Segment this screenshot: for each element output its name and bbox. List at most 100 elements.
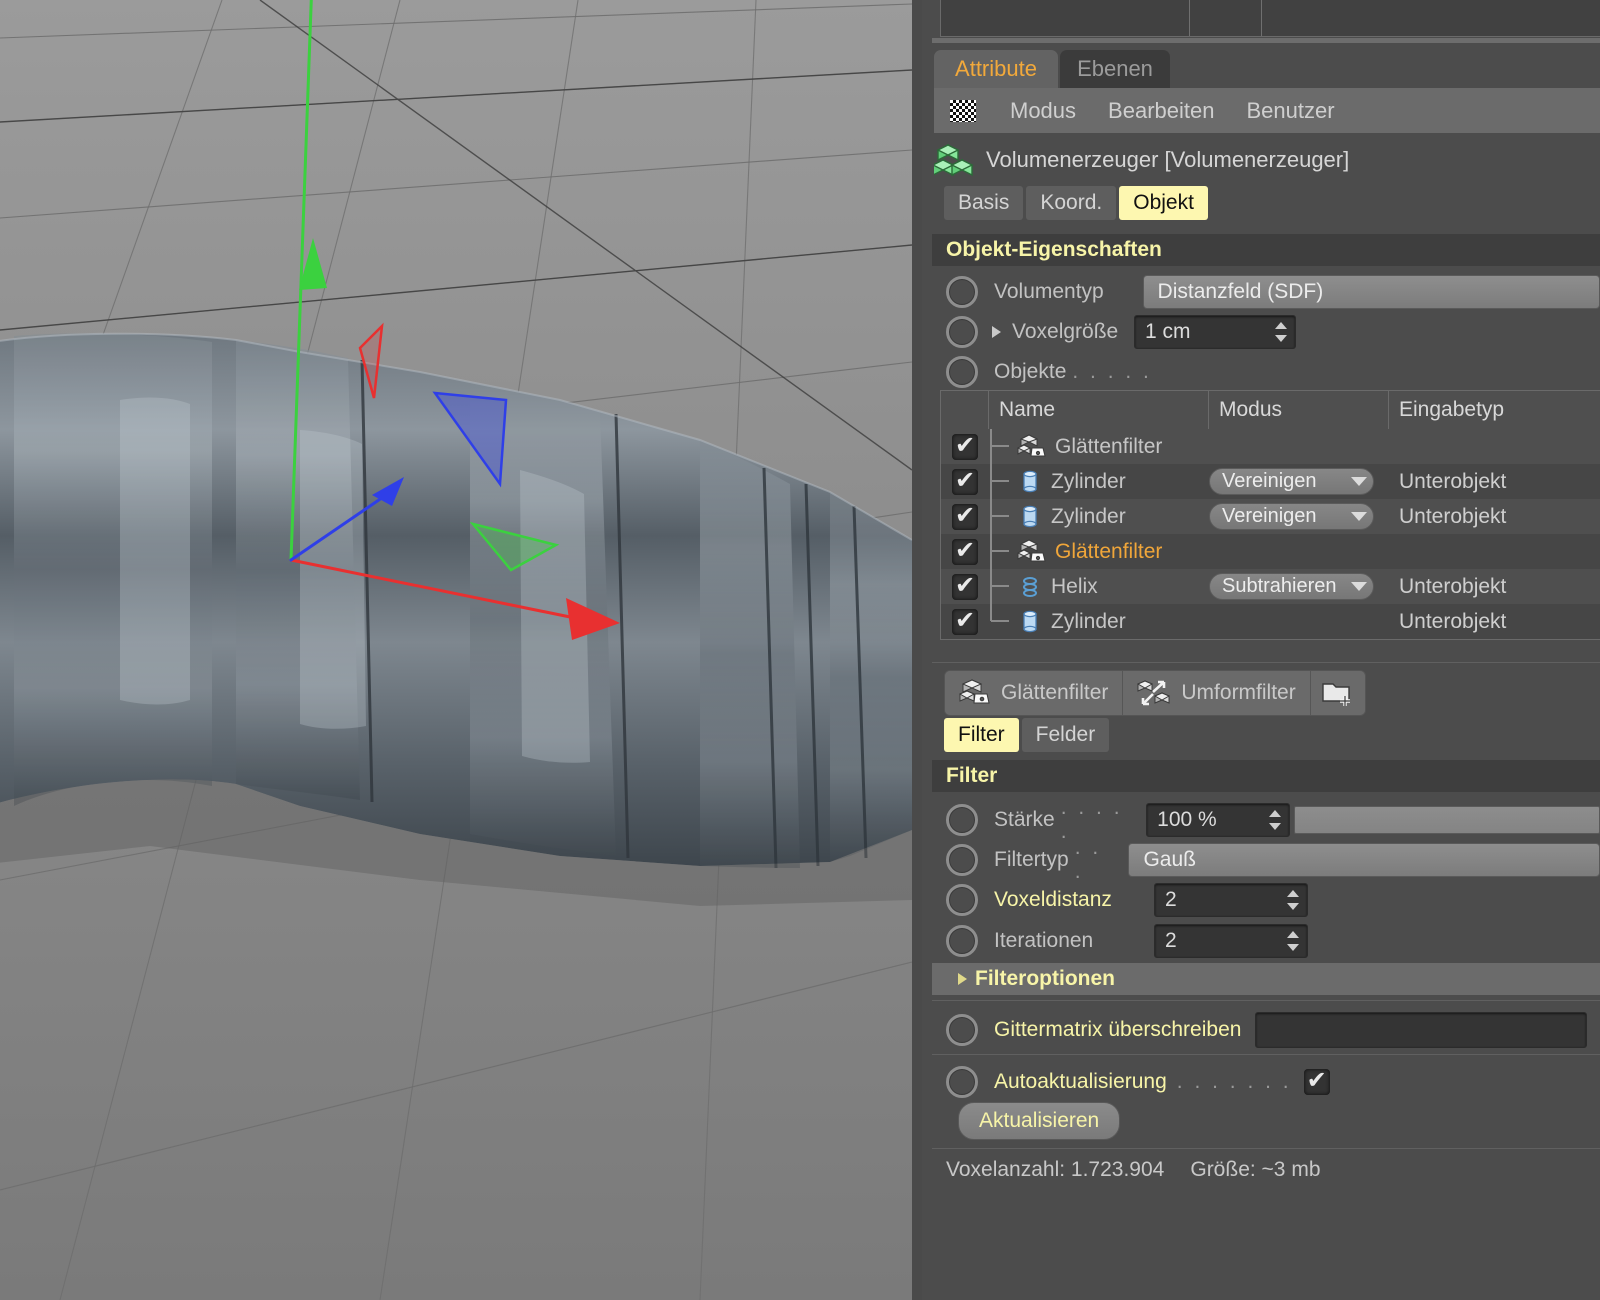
row-name: Glättenfilter xyxy=(1055,539,1163,563)
row-checkbox[interactable] xyxy=(941,466,989,495)
tab-filter[interactable]: Filter xyxy=(944,718,1019,752)
anim-dot-staerke[interactable] xyxy=(946,804,978,836)
update-button[interactable]: Aktualisieren xyxy=(958,1102,1121,1140)
slider-staerke[interactable] xyxy=(1294,806,1600,834)
row-type: Unterobjekt xyxy=(1399,469,1507,493)
panel-inner: Attribute Ebenen Modus Bearbeiten Benutz… xyxy=(922,0,1600,1300)
subtab-koord[interactable]: Koord. xyxy=(1026,186,1117,220)
row-mode[interactable]: Vereinigen xyxy=(1209,468,1389,495)
subtab-basis[interactable]: Basis xyxy=(944,186,1024,220)
field-iterationen[interactable]: 2 xyxy=(1154,924,1308,958)
label-filtertyp-dots: . . . xyxy=(1074,836,1102,883)
table-row[interactable]: Glättenfilter xyxy=(941,534,1600,569)
checkbox-autoaktualisierung[interactable] xyxy=(1303,1066,1330,1095)
section-filter-title: Filter xyxy=(946,764,998,787)
update-button-label: Aktualisieren xyxy=(979,1109,1100,1132)
object-list-table[interactable]: Name Modus Eingabetyp Glättenfilter xyxy=(940,390,1600,640)
spinner-voxeldistanz[interactable] xyxy=(1287,889,1299,911)
tab-attribute[interactable]: Attribute xyxy=(934,50,1058,88)
label-volumentyp: Volumentyp xyxy=(994,280,1104,303)
subtab-basis-label: Basis xyxy=(958,191,1010,214)
anim-dot-volumentyp[interactable] xyxy=(946,276,978,308)
subtab-objekt[interactable]: Objekt xyxy=(1119,186,1208,220)
status-voxel-count: Voxelanzahl: 1.723.904 xyxy=(946,1158,1165,1181)
field-gittermatrix[interactable] xyxy=(1255,1012,1588,1048)
section-object-properties: Objekt-Eigenschaften xyxy=(932,234,1600,266)
combo-filtertyp[interactable]: Gauß xyxy=(1128,843,1600,877)
add-reshape-filter-button[interactable]: Umformfilter xyxy=(1123,671,1311,715)
table-row[interactable]: Zylinder Vereinigen Unterobjekt xyxy=(941,499,1600,534)
row-mode[interactable]: Subtrahieren xyxy=(1209,573,1389,600)
combo-volumentyp[interactable]: Distanzfeld (SDF) xyxy=(1142,275,1600,309)
anim-dot-objekte[interactable] xyxy=(946,356,978,388)
spinner-voxelgroesse[interactable] xyxy=(1275,321,1287,343)
table-row[interactable]: Zylinder Vereinigen Unterobjekt xyxy=(941,464,1600,499)
spinner-staerke[interactable] xyxy=(1269,809,1282,831)
col-name: Name xyxy=(989,391,1209,429)
field-voxeldistanz[interactable]: 2 xyxy=(1154,883,1308,917)
spinner-iterationen[interactable] xyxy=(1287,930,1299,952)
menu-bearbeiten[interactable]: Bearbeiten xyxy=(1092,98,1230,124)
mode-dropdown[interactable]: Vereinigen xyxy=(1209,468,1374,495)
mode-dropdown[interactable]: Vereinigen xyxy=(1209,503,1374,530)
label-objekte-dots: . . . . . xyxy=(1072,360,1152,383)
chevron-down-icon xyxy=(1351,512,1367,521)
3d-viewport[interactable] xyxy=(0,0,912,1300)
helix-icon xyxy=(1023,576,1037,597)
row-type: Unterobjekt xyxy=(1399,504,1507,528)
field-iterationen-value: 2 xyxy=(1165,929,1177,952)
mode-dropdown[interactable]: Subtrahieren xyxy=(1209,573,1374,600)
row-name: Zylinder xyxy=(1051,504,1126,528)
row-volumentyp: Volumentyp Distanzfeld (SDF) xyxy=(932,272,1600,312)
tab-felder-label: Felder xyxy=(1035,723,1096,746)
row-checkbox[interactable] xyxy=(941,536,989,565)
row-checkbox[interactable] xyxy=(941,571,989,600)
label-autoaktualisierung-dots: . . . . . . . xyxy=(1176,1070,1292,1093)
new-folder-button[interactable] xyxy=(1310,671,1365,715)
row-mode[interactable]: Vereinigen xyxy=(1209,503,1389,530)
object-manager-stub[interactable] xyxy=(940,0,1600,37)
expander-filteroptionen[interactable] xyxy=(958,973,967,985)
table-row[interactable]: Zylinder Unterobjekt xyxy=(941,604,1600,639)
reshape-filter-icon xyxy=(1137,680,1171,706)
chevron-down-icon xyxy=(1351,477,1367,486)
combo-filtertyp-value: Gauß xyxy=(1143,848,1196,871)
label-voxelgroesse: Voxelgröße xyxy=(1012,320,1119,343)
anim-dot-iterationen[interactable] xyxy=(946,925,978,957)
tab-ebenen[interactable]: Ebenen xyxy=(1060,50,1170,88)
viewport-scene xyxy=(0,0,912,1300)
tab-attribute-label: Attribute xyxy=(955,56,1037,81)
row-checkbox[interactable] xyxy=(941,501,989,530)
menu-modus[interactable]: Modus xyxy=(994,98,1092,124)
status-bar: Voxelanzahl: 1.723.904 Größe: ~3 mb xyxy=(946,1158,1321,1182)
add-smooth-filter-button[interactable]: Glättenfilter xyxy=(945,671,1124,715)
group-filteroptionen[interactable]: Filteroptionen xyxy=(932,963,1600,995)
anim-dot-filtertyp[interactable] xyxy=(946,844,978,876)
label-voxeldistanz: Voxeldistanz xyxy=(994,888,1112,911)
table-row[interactable]: Glättenfilter xyxy=(941,429,1600,464)
row-autoaktualisierung: Autoaktualisierung . . . . . . . xyxy=(932,1062,1600,1102)
row-checkbox[interactable] xyxy=(941,431,989,460)
col-eingabetyp: Eingabetyp xyxy=(1399,398,1505,421)
anim-dot-voxelgroesse[interactable] xyxy=(946,316,978,348)
anim-dot-voxeldistanz[interactable] xyxy=(946,884,978,916)
section-object-properties-title: Objekt-Eigenschaften xyxy=(946,238,1162,261)
tab-felder[interactable]: Felder xyxy=(1021,718,1110,752)
row-checkbox[interactable] xyxy=(941,606,989,635)
row-voxeldistanz: Voxeldistanz 2 xyxy=(932,880,1600,920)
row-type: Unterobjekt xyxy=(1399,609,1507,633)
field-voxelgroesse[interactable]: 1 cm xyxy=(1134,315,1296,349)
object-header: Volumenerzeuger [Volumenerzeuger] xyxy=(934,134,1600,186)
grid-checker-icon[interactable] xyxy=(950,99,976,122)
attribute-manager-panel: Attribute Ebenen Modus Bearbeiten Benutz… xyxy=(912,0,1600,1300)
table-row[interactable]: Helix Subtrahieren Unterobjekt xyxy=(941,569,1600,604)
field-staerke[interactable]: 100 % xyxy=(1146,803,1291,837)
anim-dot-autoaktualisierung[interactable] xyxy=(946,1066,978,1098)
anim-dot-gittermatrix[interactable] xyxy=(946,1014,978,1046)
expander-voxelgroesse[interactable] xyxy=(992,326,1010,338)
filter-tabstrip: Filter Felder xyxy=(944,718,1112,752)
row-name: Zylinder xyxy=(1051,469,1126,493)
menu-benutzer[interactable]: Benutzer xyxy=(1230,98,1350,124)
smooth-filter-icon xyxy=(1017,433,1046,456)
subtab-koord-label: Koord. xyxy=(1040,191,1103,214)
